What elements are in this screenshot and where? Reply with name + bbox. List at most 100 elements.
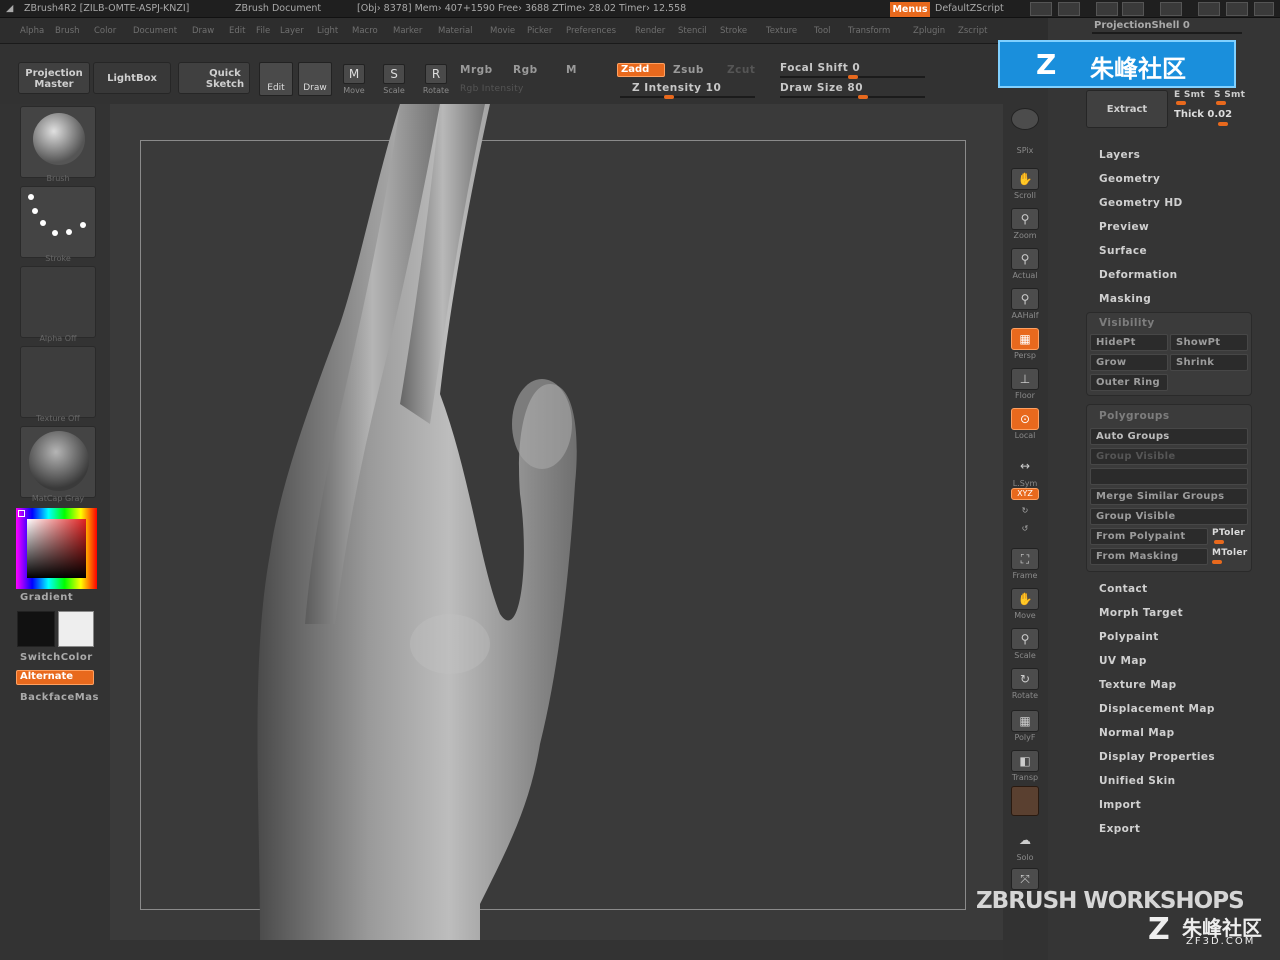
surface-menu[interactable]: Surface (1099, 245, 1147, 257)
switch-color-button[interactable]: SwitchColor (20, 652, 93, 663)
grow-button[interactable]: Grow (1090, 354, 1168, 371)
layout-icon[interactable] (1122, 2, 1144, 16)
displacement-map-menu[interactable]: Displacement Map (1099, 703, 1215, 715)
e-smt-slider[interactable]: E Smt (1174, 90, 1205, 100)
preview-menu[interactable]: Preview (1099, 221, 1149, 233)
m-button[interactable]: M (566, 64, 577, 76)
menu-preferences[interactable]: Preferences (566, 26, 616, 36)
menu-brush[interactable]: Brush (55, 26, 80, 36)
menu-file[interactable]: File (256, 26, 270, 36)
masking-menu[interactable]: Masking (1099, 293, 1151, 305)
polygroups-header[interactable]: Polygroups (1099, 410, 1170, 422)
quick-sketch-button[interactable]: Quick Sketch (178, 62, 250, 94)
draw-size-slider[interactable]: Draw Size 80 (780, 82, 863, 94)
export-menu[interactable]: Export (1099, 823, 1140, 835)
secondary-color-swatch[interactable] (58, 611, 94, 647)
unified-skin-menu[interactable]: Unified Skin (1099, 775, 1175, 787)
projection-master-button[interactable]: Projection Master (18, 62, 90, 94)
polygroups-disabled-row[interactable] (1090, 468, 1248, 485)
outer-ring-button[interactable]: Outer Ring (1090, 374, 1168, 391)
shelf-rotate-y[interactable]: ↻ (1007, 506, 1043, 522)
texture-thumbnail[interactable] (20, 346, 96, 418)
mtolerance-slider[interactable]: MToler (1212, 548, 1248, 558)
edit-button[interactable]: Edit (259, 62, 293, 96)
uv-map-menu[interactable]: UV Map (1099, 655, 1147, 667)
color-selector-marker[interactable] (18, 510, 25, 517)
menu-movie[interactable]: Movie (490, 26, 515, 36)
menu-color[interactable]: Color (94, 26, 116, 36)
backface-mask-button[interactable]: BackfaceMas (20, 692, 99, 703)
menu-macro[interactable]: Macro (352, 26, 378, 36)
menu-light[interactable]: Light (317, 26, 338, 36)
e-smt-knob[interactable] (1176, 101, 1186, 105)
geometry-hd-menu[interactable]: Geometry HD (1099, 197, 1183, 209)
extract-button[interactable]: Extract (1086, 90, 1168, 128)
menu-layer[interactable]: Layer (280, 26, 304, 36)
import-menu[interactable]: Import (1099, 799, 1141, 811)
menu-stencil[interactable]: Stencil (678, 26, 707, 36)
projection-shell-slider[interactable]: ProjectionShell 0 (1094, 20, 1190, 31)
shrink-button[interactable]: Shrink (1170, 354, 1248, 371)
menu-stroke[interactable]: Stroke (720, 26, 747, 36)
shelf-persp[interactable]: ▦ Persp (1007, 328, 1043, 362)
shelf-rotate-z[interactable]: ↺ (1007, 524, 1043, 540)
zsub-button[interactable]: Zsub (673, 64, 704, 76)
texture-map-menu[interactable]: Texture Map (1099, 679, 1177, 691)
draw-size-knob[interactable] (858, 95, 868, 99)
shelf-floor[interactable]: ⊥ Floor (1007, 368, 1043, 402)
thick-slider[interactable]: Thick 0.02 (1174, 109, 1232, 120)
menu-texture[interactable]: Texture (766, 26, 797, 36)
palette-icon[interactable] (1096, 2, 1118, 16)
main-color-swatch[interactable] (17, 611, 55, 647)
shelf-zoom[interactable]: ⚲ Zoom (1007, 208, 1043, 242)
menu-draw[interactable]: Draw (192, 26, 214, 36)
alpha-thumbnail[interactable] (20, 266, 96, 338)
shelf-transp[interactable]: ◧ Transp (1007, 750, 1043, 784)
s-smt-slider[interactable]: S Smt (1214, 90, 1245, 100)
rgb-intensity-slider[interactable]: Rgb Intensity (460, 84, 524, 94)
shelf-aahalf[interactable]: ⚲ AAHalf (1007, 288, 1043, 322)
from-polypaint-button[interactable]: From Polypaint (1090, 528, 1208, 545)
move-button[interactable]: M Move (340, 64, 368, 95)
zadd-button[interactable]: Zadd (617, 63, 665, 77)
merge-similar-groups-button[interactable]: Merge Similar Groups (1090, 488, 1248, 505)
showpt-button[interactable]: ShowPt (1170, 334, 1248, 351)
menu-tool[interactable]: Tool (814, 26, 831, 36)
draw-button[interactable]: Draw (298, 62, 332, 96)
mtolerance-knob[interactable] (1212, 560, 1222, 564)
focal-shift-slider[interactable]: Focal Shift 0 (780, 62, 860, 74)
menu-edit[interactable]: Edit (229, 26, 245, 36)
ptolerance-slider[interactable]: PToler (1212, 528, 1245, 538)
minimize-icon[interactable] (1198, 2, 1220, 16)
maximize-icon[interactable] (1226, 2, 1248, 16)
projection-shell-track[interactable] (1092, 32, 1242, 34)
polypaint-menu[interactable]: Polypaint (1099, 631, 1159, 643)
shelf-polyf[interactable]: ▦ PolyF (1007, 710, 1043, 744)
scale-button[interactable]: S Scale (380, 64, 408, 95)
shelf-ghost[interactable] (1007, 786, 1043, 820)
hand-model[interactable] (110, 104, 1003, 940)
lightbox-button[interactable]: LightBox (93, 62, 171, 94)
hidept-button[interactable]: HidePt (1090, 334, 1168, 351)
menu-marker[interactable]: Marker (393, 26, 422, 36)
contact-menu[interactable]: Contact (1099, 583, 1148, 595)
ptolerance-knob[interactable] (1214, 540, 1224, 544)
document-canvas[interactable] (110, 104, 1003, 940)
zcut-button[interactable]: Zcut (727, 64, 755, 76)
alternate-button[interactable]: Alternate (16, 670, 94, 685)
group-visible-button[interactable]: Group Visible (1090, 508, 1248, 525)
shelf-scroll[interactable]: ✋ Scroll (1007, 168, 1043, 202)
rotate-button[interactable]: R Rotate (420, 64, 452, 95)
shelf-move[interactable]: ✋ Move (1007, 588, 1043, 622)
menu-picker[interactable]: Picker (527, 26, 552, 36)
shelf-scale[interactable]: ⚲ Scale (1007, 628, 1043, 662)
thick-knob[interactable] (1218, 122, 1228, 126)
shelf-frame[interactable]: ⛶ Frame (1007, 548, 1043, 582)
menu-render[interactable]: Render (635, 26, 665, 36)
menus-button[interactable]: Menus (890, 2, 930, 17)
layers-menu[interactable]: Layers (1099, 149, 1140, 161)
menu-transform[interactable]: Transform (848, 26, 890, 36)
menu-document[interactable]: Document (133, 26, 177, 36)
shelf-local[interactable]: ⊙ Local (1007, 408, 1043, 442)
color-picker[interactable] (16, 508, 97, 589)
